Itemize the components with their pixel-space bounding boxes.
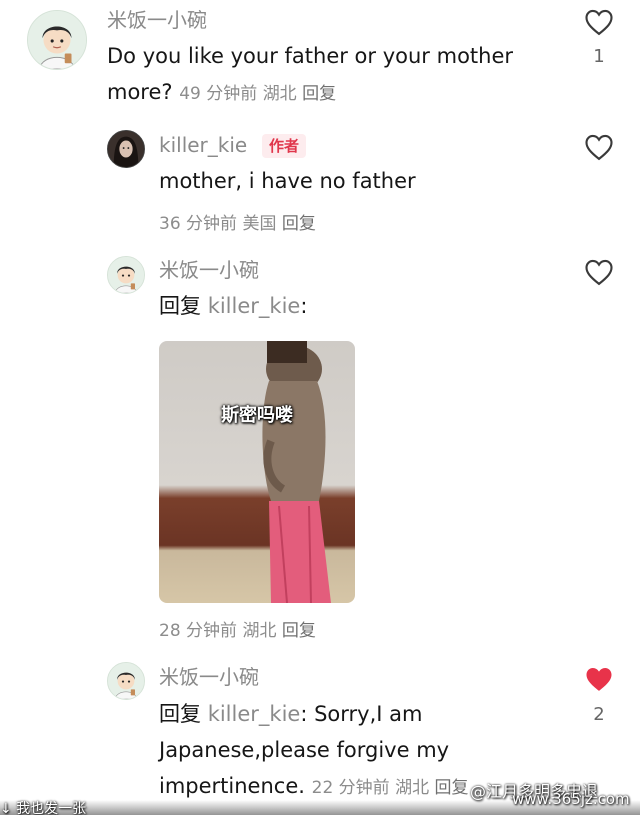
comment-time: 22 分钟前 [311,778,390,798]
reply-button[interactable]: 回复 [434,778,468,798]
author-badge: 作者 [262,134,307,158]
comment-time: 49 分钟前 [179,84,258,104]
sticker-caption: 斯密吗喽 [221,405,293,426]
mention-colon: : [300,294,308,318]
like-count: 1 [593,46,605,67]
comment-location: 湖北 [395,778,430,798]
comment-text-line: : Sorry,I am [300,702,423,726]
heart-icon[interactable] [584,258,614,286]
reply-prefix: 回复 [159,702,201,726]
comment-username[interactable]: 米饭一小碗 [159,257,259,283]
monkey-figure [262,341,331,603]
reply-button[interactable]: 回复 [302,84,336,104]
comment-time: 28 分钟前 [159,621,238,641]
comment-meta: 49 分钟前 湖北 回复 [179,84,336,104]
reply-button[interactable]: 回复 [282,621,316,641]
mention-link[interactable]: killer_kie [208,702,301,726]
heart-icon[interactable] [584,133,614,161]
reply-prefix: 回复 [159,294,201,318]
comment-meta: 22 分钟前 湖北 回复 [312,778,469,798]
comment-time: 36 分钟前 [159,214,238,234]
watermark-site: www.365jz.com [512,790,630,808]
like-count: 2 [593,704,605,725]
comment-username[interactable]: 米饭一小碗 [107,7,207,33]
avatar[interactable] [27,10,87,70]
heart-filled-icon[interactable] [584,665,614,693]
comment-location: 湖北 [262,84,297,104]
mention-link[interactable]: killer_kie [208,294,301,318]
comment-meta: 28 分钟前 湖北 回复 [159,616,316,641]
avatar[interactable] [107,662,145,700]
comment-text: 回复 killer_kie: [159,288,307,324]
avatar[interactable] [107,130,145,168]
comment-meta: 36 分钟前 美国 回复 [159,209,316,234]
comment-location: 湖北 [242,621,277,641]
comment-text: Do you like your father or your mother m… [107,38,537,112]
heart-icon[interactable] [584,8,614,36]
avatar[interactable] [107,256,145,294]
reply-button[interactable]: 回复 [282,214,316,234]
sticker-image[interactable]: 斯密吗喽 [159,341,355,603]
watermark-left: ↓ 我也发一张 [0,801,87,815]
comment-text-line: impertinence. [159,774,305,798]
comment-text: mother, i have no father [159,169,416,193]
comment-location: 美国 [242,214,277,234]
comment-username[interactable]: 米饭一小碗 [159,664,259,690]
comment-username[interactable]: killer_kie [159,132,247,158]
comment-text-line: Japanese,please forgive my [159,738,450,762]
